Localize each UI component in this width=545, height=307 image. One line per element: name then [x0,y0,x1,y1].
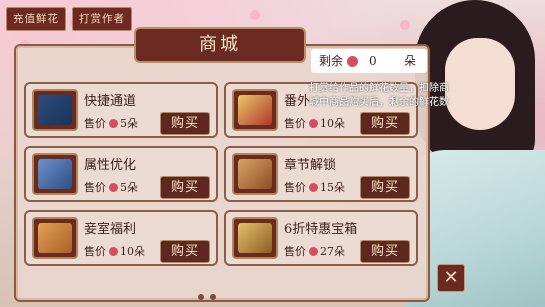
blossom-decoration [250,10,260,20]
item-name: 妾室福利 [84,222,137,237]
rose-icon [309,183,318,192]
item-price: 售价 15朵 [284,181,345,194]
item-price: 售价 10朵 [284,117,345,130]
shop-item-card: 妾室福利 售价 10朵 购买 [24,210,218,266]
close-icon[interactable]: ✕ [437,264,465,292]
rose-icon [347,56,358,67]
item-name: 章节解锁 [284,158,337,173]
item-name: 6折特惠宝箱 [284,222,358,237]
remaining-flowers-counter: 剩余 0 朵 [311,49,427,73]
remaining-label: 剩余 [319,54,344,68]
rose-icon [309,247,318,256]
item-price: 售价 27朵 [284,245,345,258]
page-dot [210,294,216,300]
reward-author-button[interactable]: 打赏作者 [72,7,132,31]
shop-item-card: 属性优化 售价 5朵 购买 [24,146,218,202]
page-dot [198,294,204,300]
shop-title: 商城 [134,27,306,63]
remaining-value: 0 [369,54,377,68]
shop-item-card: 快捷通道 售价 5朵 购买 [24,82,218,138]
item-price: 售价 5朵 [84,181,138,194]
item-price: 售价 10朵 [84,245,145,258]
recharge-flowers-button[interactable]: 充值鲜花 [6,7,66,31]
shop-item-card: 6折特惠宝箱 售价 27朵 购买 [224,210,418,266]
rose-icon [309,119,318,128]
rose-icon [109,247,118,256]
item-price: 售价 5朵 [84,117,138,130]
scroll-icon [232,89,278,131]
book-icon [32,89,78,131]
item-name: 快捷通道 [84,94,137,109]
character-face [445,38,515,130]
treasure-chest-icon [232,217,278,259]
rose-icon [109,183,118,192]
buy-button[interactable]: 购买 [160,176,210,199]
book-icon [32,217,78,259]
item-name: 番外 [284,94,311,109]
page-indicator [198,294,216,300]
shop-item-card: 章节解锁 售价 15朵 购买 [224,146,418,202]
buy-button[interactable]: 购买 [160,240,210,263]
buy-button[interactable]: 购买 [360,112,410,135]
flowers-tooltip: 打赏给作品的鲜花数量，扣除商城中商品购买后，剩余的鲜花数 [309,83,449,108]
remaining-unit: 朵 [404,54,417,68]
rose-icon [109,119,118,128]
buy-button[interactable]: 购买 [360,240,410,263]
scroll-icon [232,153,278,195]
item-name: 属性优化 [84,158,137,173]
buy-button[interactable]: 购买 [160,112,210,135]
buy-button[interactable]: 购买 [360,176,410,199]
book-icon [32,153,78,195]
